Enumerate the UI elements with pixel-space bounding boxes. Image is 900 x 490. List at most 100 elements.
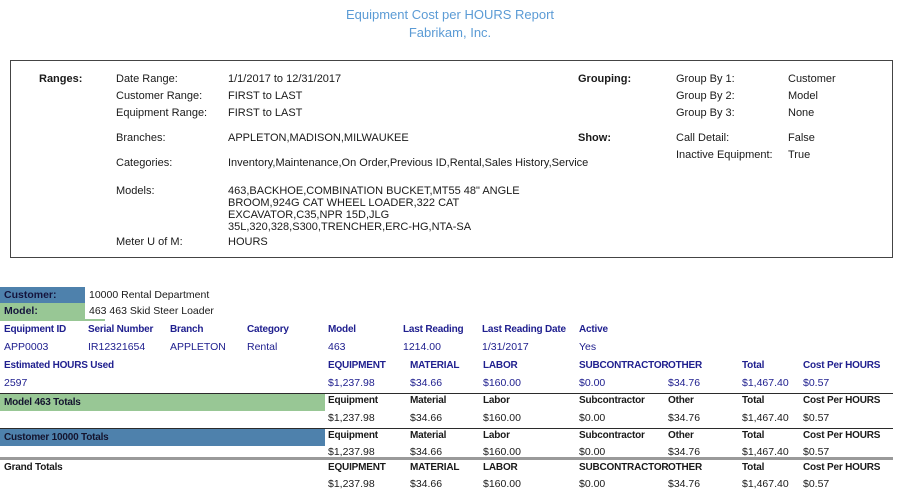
model-equipment-total: $1,237.98 [328,412,375,424]
col-material-cost: MATERIAL [410,360,459,371]
col-other-cost: OTHER [668,360,702,371]
grouping-section-label: Grouping: [578,73,631,86]
customer-range-value: FIRST to LAST [228,90,302,103]
parameters-box: Ranges: Date Range: 1/1/2017 to 12/31/20… [10,60,893,258]
grand-labor-total: $160.00 [483,478,521,490]
grand-total: $1,467.40 [742,478,789,490]
models-label: Models: [116,185,155,198]
grand-other-total: $34.76 [668,478,700,490]
col-material-sub: Material [410,395,446,406]
col-cph-sub: Cost Per HOURS [803,395,880,406]
material-cost: $34.66 [410,377,442,389]
grand-totals-label: Grand Totals [4,462,63,473]
col-labor-grand: LABOR [483,462,518,473]
grand-totals-values-row: $1,237.98 $34.66 $160.00 $0.00 $34.76 $1… [0,478,893,490]
col-other-sub: Other [668,395,694,406]
col-cph-grand: Cost Per HOURS [803,462,880,473]
inactive-equipment-label: Inactive Equipment: [676,149,773,162]
col-total-sub: Total [742,395,764,406]
col-total-grand: Total [742,462,764,473]
col-total-cust: Total [742,430,764,441]
show-section-label: Show: [578,132,611,145]
equipment-range-label: Equipment Range: [116,107,207,120]
last-reading-date: 1/31/2017 [482,341,529,353]
branches-value: APPLETON,MADISON,MILWAUKEE [228,132,409,145]
categories-label: Categories: [116,157,172,170]
col-cph-cust: Cost Per HOURS [803,430,880,441]
col-equipment-grand: EQUIPMENT [328,462,386,473]
model-material-total: $34.66 [410,412,442,424]
meter-uofm-label: Meter U of M: [116,236,183,249]
col-equipment-id: Equipment ID [4,324,66,335]
grand-material-total: $34.66 [410,478,442,490]
col-cost-per-hours: Cost Per HOURS [803,360,880,371]
model-labor-total: $160.00 [483,412,521,424]
group-by-2-value: Model [788,90,818,103]
branches-label: Branches: [116,132,166,145]
equipment-header-row: Equipment ID Serial Number Branch Catego… [0,324,893,341]
cost-header-row: Estimated HOURS Used EQUIPMENT MATERIAL … [0,360,893,377]
meter-uofm-value: HOURS [228,236,268,249]
equipment-range-value: FIRST to LAST [228,107,302,120]
grand-totals-rule [0,457,893,460]
cost-per-hours: $0.57 [803,377,829,389]
col-equipment-cust: Equipment [328,430,378,441]
group-by-3-label: Group By 3: [676,107,735,120]
col-labor-cust: Labor [483,430,510,441]
call-detail-label: Call Detail: [676,132,729,145]
col-subcontractor-cost: SUBCONTRACTOR [579,360,668,371]
equipment-data-row: APP0003 IR12321654 APPLETON Rental 463 1… [0,341,893,358]
col-labor-sub: Labor [483,395,510,406]
col-equipment-cost: EQUIPMENT [328,360,386,371]
active: Yes [579,341,596,353]
customer-value: 10000 Rental Department [89,287,209,303]
col-subcontractor-grand: SUBCONTRACTOR [579,462,668,473]
subcontractor-cost: $0.00 [579,377,605,389]
group-by-1-label: Group By 1: [676,73,735,86]
grand-totals-header-row: Grand Totals EQUIPMENT MATERIAL LABOR SU… [0,462,893,479]
last-reading: 1214.00 [403,341,441,353]
col-branch: Branch [170,324,203,335]
model-totals-values-row: $1,237.98 $34.66 $160.00 $0.00 $34.76 $1… [0,412,893,429]
ranges-section-label: Ranges: [39,73,82,86]
category: Rental [247,341,277,353]
model-group-row: Model: 463 463 Skid Steer Loader [0,303,893,320]
serial-number: IR12321654 [88,341,145,353]
equipment-id: APP0003 [4,341,48,353]
col-subcontractor-sub: Subcontractor [579,395,645,406]
model-other-total: $34.76 [668,412,700,424]
col-last-reading: Last Reading [403,324,463,335]
estimated-hours-value: 2597 [4,377,27,389]
models-value: 463,BACKHOE,COMBINATION BUCKET,MT55 48" … [228,185,564,233]
inactive-equipment-value: True [788,149,810,162]
model-tag-underline [0,319,105,321]
col-serial-number: Serial Number [88,324,153,335]
customer-range-label: Customer Range: [116,90,202,103]
call-detail-value: False [788,132,815,145]
col-subcontractor-cust: Subcontractor [579,430,645,441]
customer-group-row: Customer: 10000 Rental Department [0,287,893,304]
model-cost-per-hours: $0.57 [803,412,829,424]
model-totals-header-row: Equipment Material Labor Subcontractor O… [0,395,893,412]
col-active: Active [579,324,608,335]
categories-value: Inventory,Maintenance,On Order,Previous … [228,157,588,170]
col-last-reading-date: Last Reading Date [482,324,566,335]
col-labor-cost: LABOR [483,360,518,371]
cost-detail-row: 2597 $1,237.98 $34.66 $160.00 $0.00 $34.… [0,377,893,394]
branch: APPLETON [170,341,226,353]
model-value: 463 463 Skid Steer Loader [89,303,214,319]
group-by-3-value: None [788,107,814,120]
customer-totals-header-row: Equipment Material Labor Subcontractor O… [0,430,893,447]
labor-cost: $160.00 [483,377,521,389]
equipment-cost: $1,237.98 [328,377,375,389]
col-model: Model [328,324,356,335]
model: 463 [328,341,346,353]
col-equipment-sub: Equipment [328,395,378,406]
col-material-cust: Material [410,430,446,441]
grand-cost-per-hours: $0.57 [803,478,829,490]
col-other-grand: OTHER [668,462,702,473]
report-page: Equipment Cost per HOURS Report Fabrikam… [0,0,900,490]
col-category: Category [247,324,289,335]
model-tag: Model: [0,303,85,319]
group-by-2-label: Group By 2: [676,90,735,103]
